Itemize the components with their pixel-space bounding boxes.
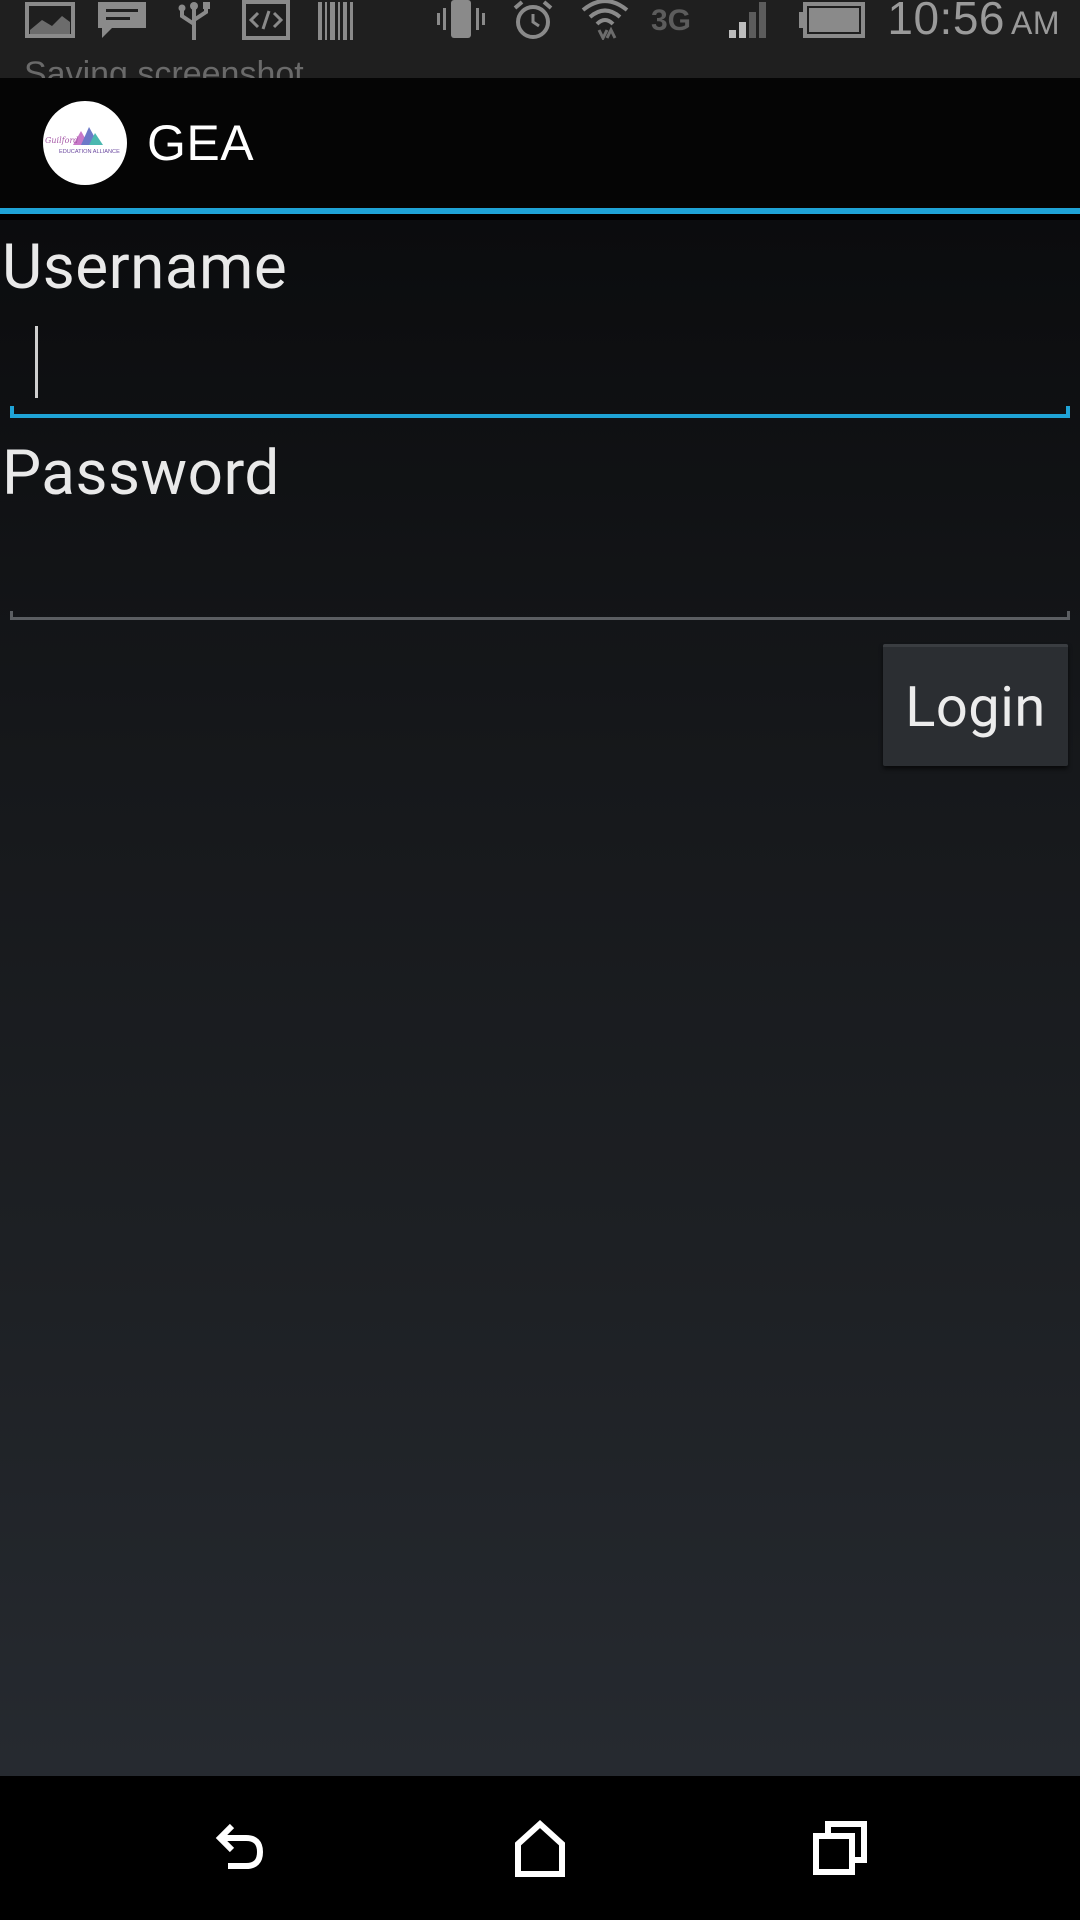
app-logo[interactable]: Guilford EDUCATION ALLIANCE <box>43 101 127 185</box>
username-underline-tick-right <box>1066 406 1070 418</box>
svg-text:EDUCATION ALLIANCE: EDUCATION ALLIANCE <box>59 149 120 155</box>
3g-icon: 3G <box>651 0 705 40</box>
usb-icon <box>168 0 220 40</box>
status-bar-system: 3G 10:56 AM <box>435 0 1060 43</box>
username-label: Username <box>2 231 288 304</box>
password-underline-tick-left <box>10 611 13 620</box>
svg-text:Guilford: Guilford <box>45 136 78 145</box>
login-button[interactable]: Login <box>883 644 1068 766</box>
navigation-bar <box>0 1776 1080 1920</box>
recents-icon <box>813 1821 867 1875</box>
username-underline <box>10 414 1070 418</box>
clock-ampm: AM <box>1011 4 1060 41</box>
vibrate-icon <box>435 0 487 40</box>
battery-icon <box>797 0 867 40</box>
logo-graphic: Guilford EDUCATION ALLIANCE <box>45 127 120 155</box>
gallery-icon <box>24 0 76 40</box>
ghost-notification-text: Saving screenshot <box>24 56 304 78</box>
clock-time: 10:56 <box>887 0 1005 44</box>
password-field[interactable] <box>10 536 1070 620</box>
status-bar: 3G 10:56 AM Saving screenshot <box>0 0 1080 78</box>
password-underline <box>10 617 1070 620</box>
username-field[interactable] <box>10 326 1070 418</box>
login-form: Username Password Login <box>0 220 1080 1776</box>
barcode-icon <box>312 0 364 40</box>
recents-button[interactable] <box>780 1800 900 1896</box>
wifi-icon <box>579 0 631 42</box>
status-bar-clock: 10:56 AM <box>887 0 1060 43</box>
code-icon <box>240 0 292 40</box>
alarm-icon <box>507 0 559 40</box>
text-cursor <box>35 326 38 398</box>
back-icon <box>215 1823 264 1869</box>
password-underline-tick-right <box>1067 611 1070 620</box>
action-bar: Guilford EDUCATION ALLIANCE GEA <box>0 78 1080 214</box>
back-button[interactable] <box>180 1800 300 1896</box>
home-icon <box>515 1819 565 1877</box>
password-label: Password <box>2 437 280 510</box>
username-underline-tick-left <box>10 406 14 418</box>
chat-icon <box>96 0 148 40</box>
signal-icon <box>725 0 777 40</box>
network-type-label: 3G <box>651 4 691 37</box>
status-bar-notifications <box>24 0 384 40</box>
app-title: GEA <box>147 115 255 171</box>
home-button[interactable] <box>480 1800 600 1896</box>
